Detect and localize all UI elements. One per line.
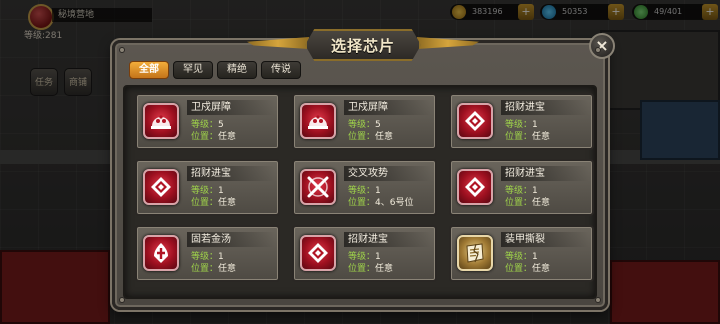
chip-name: 卫戍屏障 (187, 100, 275, 115)
chip-position: 任意 (218, 132, 237, 142)
level-label: 等级： (348, 186, 376, 196)
position-label: 位置： (505, 264, 533, 274)
rarity-filter-tabs: 全部 罕见 精绝 传说 (129, 61, 301, 79)
chip-name: 交叉攻势 (344, 166, 432, 181)
chip-grid: 卫戍屏障 等级：5 位置：任意 卫戍屏障 等级：5 位置：任意 招财进宝 等级：… (135, 93, 594, 282)
position-label: 位置： (348, 264, 376, 274)
chip-name: 固若金汤 (187, 232, 275, 247)
chip-info: 等级：5 位置：任意 (348, 119, 393, 143)
dome-shield-icon (143, 103, 179, 139)
dialog-title-plate: 选择芯片 (305, 29, 421, 61)
level-label: 等级： (505, 252, 533, 262)
chip-card[interactable]: 招财进宝 等级：1 位置：任意 (449, 159, 594, 216)
chip-level: 1 (218, 186, 224, 196)
position-label: 位置： (191, 198, 219, 208)
close-button[interactable]: × (589, 33, 615, 59)
chip-info: 等级：1 位置：任意 (191, 251, 236, 275)
chip-name: 招财进宝 (344, 232, 432, 247)
level-label: 等级： (505, 186, 533, 196)
rivet (595, 47, 601, 53)
position-label: 位置： (505, 198, 533, 208)
chip-name: 装甲撕裂 (501, 232, 589, 247)
chip-position: 任意 (375, 264, 394, 274)
rivet (595, 297, 601, 303)
chip-info: 等级：1 位置：任意 (348, 251, 393, 275)
chip-level: 5 (375, 120, 381, 130)
chip-card[interactable]: 招财进宝 等级：1 位置：任意 (449, 93, 594, 150)
level-label: 等级： (348, 120, 376, 130)
chip-card[interactable]: 招财进宝 等级：1 位置：任意 (292, 225, 437, 282)
chip-position: 任意 (218, 264, 237, 274)
chip-position: 任意 (532, 198, 551, 208)
tab-legendary[interactable]: 传说 (261, 61, 301, 79)
fortress-emblem-icon (143, 235, 179, 271)
chip-position: 任意 (218, 198, 237, 208)
treasure-diamond-icon (457, 103, 493, 139)
dome-shield-icon (300, 103, 336, 139)
tab-rare[interactable]: 罕见 (173, 61, 213, 79)
chip-level: 1 (375, 252, 381, 262)
chip-info: 等级：1 位置：任意 (505, 251, 550, 275)
chip-card[interactable]: 卫戍屏障 等级：5 位置：任意 (135, 93, 280, 150)
chip-info: 等级：1 位置：4、6号位 (348, 185, 413, 209)
crossed-blades-icon (300, 169, 336, 205)
chip-info: 等级：1 位置：任意 (505, 185, 550, 209)
chip-info: 等级：1 位置：任意 (191, 185, 236, 209)
position-label: 位置： (191, 132, 219, 142)
chip-name: 卫戍屏障 (344, 100, 432, 115)
level-label: 等级： (348, 252, 376, 262)
tab-epic[interactable]: 精绝 (217, 61, 257, 79)
chip-card[interactable]: 招财进宝 等级：1 位置：任意 (135, 159, 280, 216)
chip-info: 等级：5 位置：任意 (191, 119, 236, 143)
chip-level: 1 (218, 252, 224, 262)
level-label: 等级： (191, 120, 219, 130)
chip-level: 1 (532, 186, 538, 196)
torn-scroll-icon (457, 235, 493, 271)
position-label: 位置： (505, 132, 533, 142)
treasure-diamond-icon (300, 235, 336, 271)
rivet (119, 47, 125, 53)
chip-name: 招财进宝 (501, 100, 589, 115)
position-label: 位置： (348, 198, 376, 208)
chip-level: 1 (375, 186, 381, 196)
chip-card[interactable]: 交叉攻势 等级：1 位置：4、6号位 (292, 159, 437, 216)
chip-info: 等级：1 位置：任意 (505, 119, 550, 143)
chip-position: 任意 (532, 264, 551, 274)
chip-level: 5 (218, 120, 224, 130)
chip-card[interactable]: 装甲撕裂 等级：1 位置：任意 (449, 225, 594, 282)
treasure-diamond-icon (457, 169, 493, 205)
chip-name: 招财进宝 (187, 166, 275, 181)
chip-name: 招财进宝 (501, 166, 589, 181)
position-label: 位置： (191, 264, 219, 274)
chip-position: 4、6号位 (375, 198, 414, 208)
chip-level: 1 (532, 120, 538, 130)
tab-all[interactable]: 全部 (129, 61, 169, 79)
chip-position: 任意 (375, 132, 394, 142)
chip-position: 任意 (532, 132, 551, 142)
treasure-diamond-icon (143, 169, 179, 205)
level-label: 等级： (191, 252, 219, 262)
chip-level: 1 (532, 252, 538, 262)
level-label: 等级： (505, 120, 533, 130)
chip-card[interactable]: 固若金汤 等级：1 位置：任意 (135, 225, 280, 282)
chip-card[interactable]: 卫戍屏障 等级：5 位置：任意 (292, 93, 437, 150)
select-chip-dialog: 选择芯片 × 全部 罕见 精绝 传说 卫戍屏障 等级：5 位置：任意 卫戍屏障 … (112, 29, 615, 310)
position-label: 位置： (348, 132, 376, 142)
level-label: 等级： (191, 186, 219, 196)
dialog-title: 选择芯片 (330, 36, 395, 55)
